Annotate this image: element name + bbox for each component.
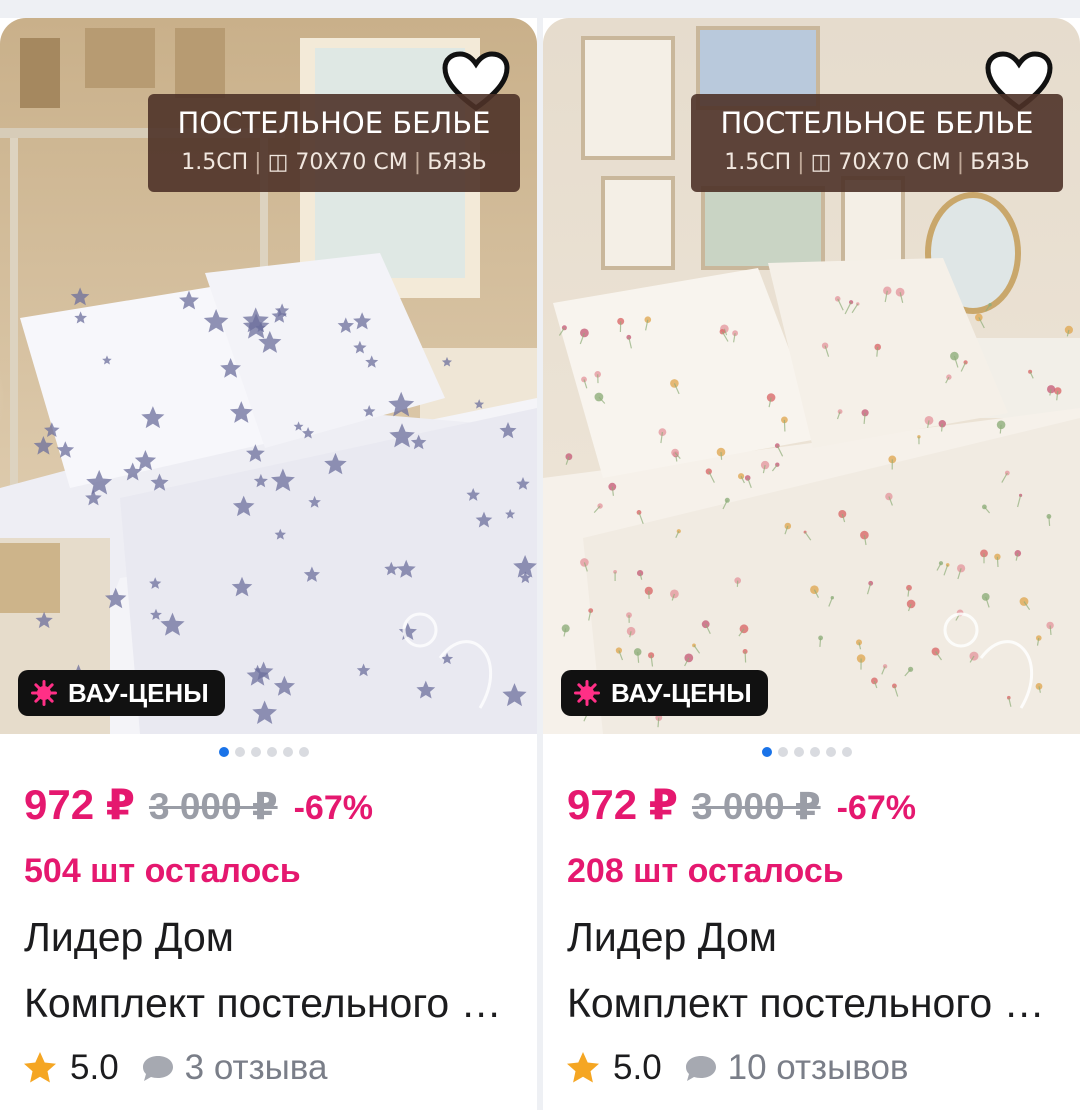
burst-icon — [31, 680, 57, 706]
banner-title: ПОСТЕЛЬНОЕ БЕЛЬЕ — [177, 106, 491, 140]
promo-badge-label: ВАУ-ЦЕНЫ — [611, 677, 752, 708]
promo-badge: ВАУ-ЦЕНЫ — [18, 670, 225, 716]
pagination-dot[interactable] — [762, 747, 772, 757]
reviews-count: 10 отзывов — [727, 1048, 909, 1087]
comment-icon — [685, 1056, 716, 1081]
current-price: 972 ₽ — [567, 781, 678, 828]
pagination-dot[interactable] — [235, 747, 245, 757]
rating-value: 5.0 — [613, 1048, 662, 1087]
banner-fabric: БЯЗЬ — [427, 150, 487, 175]
pillow-icon: ◫ — [810, 150, 832, 175]
banner-specs: 1.5СП | ◫ 70Х70 СМ | БЯЗЬ — [181, 150, 487, 175]
image-pagination[interactable] — [762, 747, 852, 759]
banner-title: ПОСТЕЛЬНОЕ БЕЛЬЕ — [720, 106, 1034, 140]
reviews-count: 3 отзыва — [184, 1048, 328, 1087]
image-pagination[interactable] — [219, 747, 309, 759]
product-title[interactable]: Комплект постельного белья — [567, 980, 1067, 1027]
pagination-dot[interactable] — [778, 747, 788, 757]
pagination-dot[interactable] — [842, 747, 852, 757]
brand-name[interactable]: Лидер Дом — [567, 914, 777, 961]
banner-size: 1.5СП — [724, 150, 792, 175]
banner-fabric: БЯЗЬ — [970, 150, 1030, 175]
promo-badge: ВАУ-ЦЕНЫ — [561, 670, 768, 716]
comment-icon — [142, 1056, 173, 1081]
old-price: 3 000 ₽ — [148, 786, 278, 827]
star-icon — [24, 1052, 56, 1083]
product-banner: ПОСТЕЛЬНОЕ БЕЛЬЕ 1.5СП | ◫ 70Х70 СМ | БЯЗЬ — [148, 94, 520, 192]
pagination-dot[interactable] — [826, 747, 836, 757]
pagination-dot[interactable] — [283, 747, 293, 757]
banner-pillow: 70Х70 СМ — [295, 150, 408, 175]
rating-row[interactable]: 5.0 3 отзыва — [22, 1048, 327, 1088]
current-price: 972 ₽ — [24, 781, 135, 828]
product-card[interactable]: ПОСТЕЛЬНОЕ БЕЛЬЕ 1.5СП | ◫ 70Х70 СМ | БЯЗЬ В… — [0, 18, 537, 1110]
brand-name[interactable]: Лидер Дом — [24, 914, 234, 961]
discount-label: -67% — [836, 789, 916, 827]
pagination-dot[interactable] — [267, 747, 277, 757]
promo-badge-label: ВАУ-ЦЕНЫ — [68, 677, 209, 708]
product-grid: ПОСТЕЛЬНОЕ БЕЛЬЕ 1.5СП | ◫ 70Х70 СМ | БЯЗЬ В… — [0, 0, 1080, 1110]
price-row: 972 ₽ 3 000 ₽ -67% — [24, 780, 373, 829]
stock-left: 504 шт осталось — [24, 852, 301, 890]
rating-value: 5.0 — [70, 1048, 119, 1087]
product-title[interactable]: Комплект постельного белья — [24, 980, 524, 1027]
product-banner: ПОСТЕЛЬНОЕ БЕЛЬЕ 1.5СП | ◫ 70Х70 СМ | БЯЗЬ — [691, 94, 1063, 192]
discount-label: -67% — [293, 789, 373, 827]
pagination-dot[interactable] — [810, 747, 820, 757]
product-photo[interactable]: ПОСТЕЛЬНОЕ БЕЛЬЕ 1.5СП | ◫ 70Х70 СМ | БЯЗЬ В… — [543, 18, 1080, 734]
price-row: 972 ₽ 3 000 ₽ -67% — [567, 780, 916, 829]
burst-icon — [574, 680, 600, 706]
pagination-dot[interactable] — [299, 747, 309, 757]
product-photo[interactable]: ПОСТЕЛЬНОЕ БЕЛЬЕ 1.5СП | ◫ 70Х70 СМ | БЯЗЬ В… — [0, 18, 537, 734]
banner-size: 1.5СП — [181, 150, 249, 175]
rating-row[interactable]: 5.0 10 отзывов — [565, 1048, 909, 1088]
pagination-dot[interactable] — [251, 747, 261, 757]
old-price: 3 000 ₽ — [691, 786, 821, 827]
stock-left: 208 шт осталось — [567, 852, 844, 890]
pagination-dot[interactable] — [794, 747, 804, 757]
product-card[interactable]: ПОСТЕЛЬНОЕ БЕЛЬЕ 1.5СП | ◫ 70Х70 СМ | БЯЗЬ В… — [543, 18, 1080, 1110]
banner-pillow: 70Х70 СМ — [838, 150, 951, 175]
star-icon — [567, 1052, 599, 1083]
pagination-dot[interactable] — [219, 747, 229, 757]
pillow-icon: ◫ — [267, 150, 289, 175]
banner-specs: 1.5СП | ◫ 70Х70 СМ | БЯЗЬ — [724, 150, 1030, 175]
